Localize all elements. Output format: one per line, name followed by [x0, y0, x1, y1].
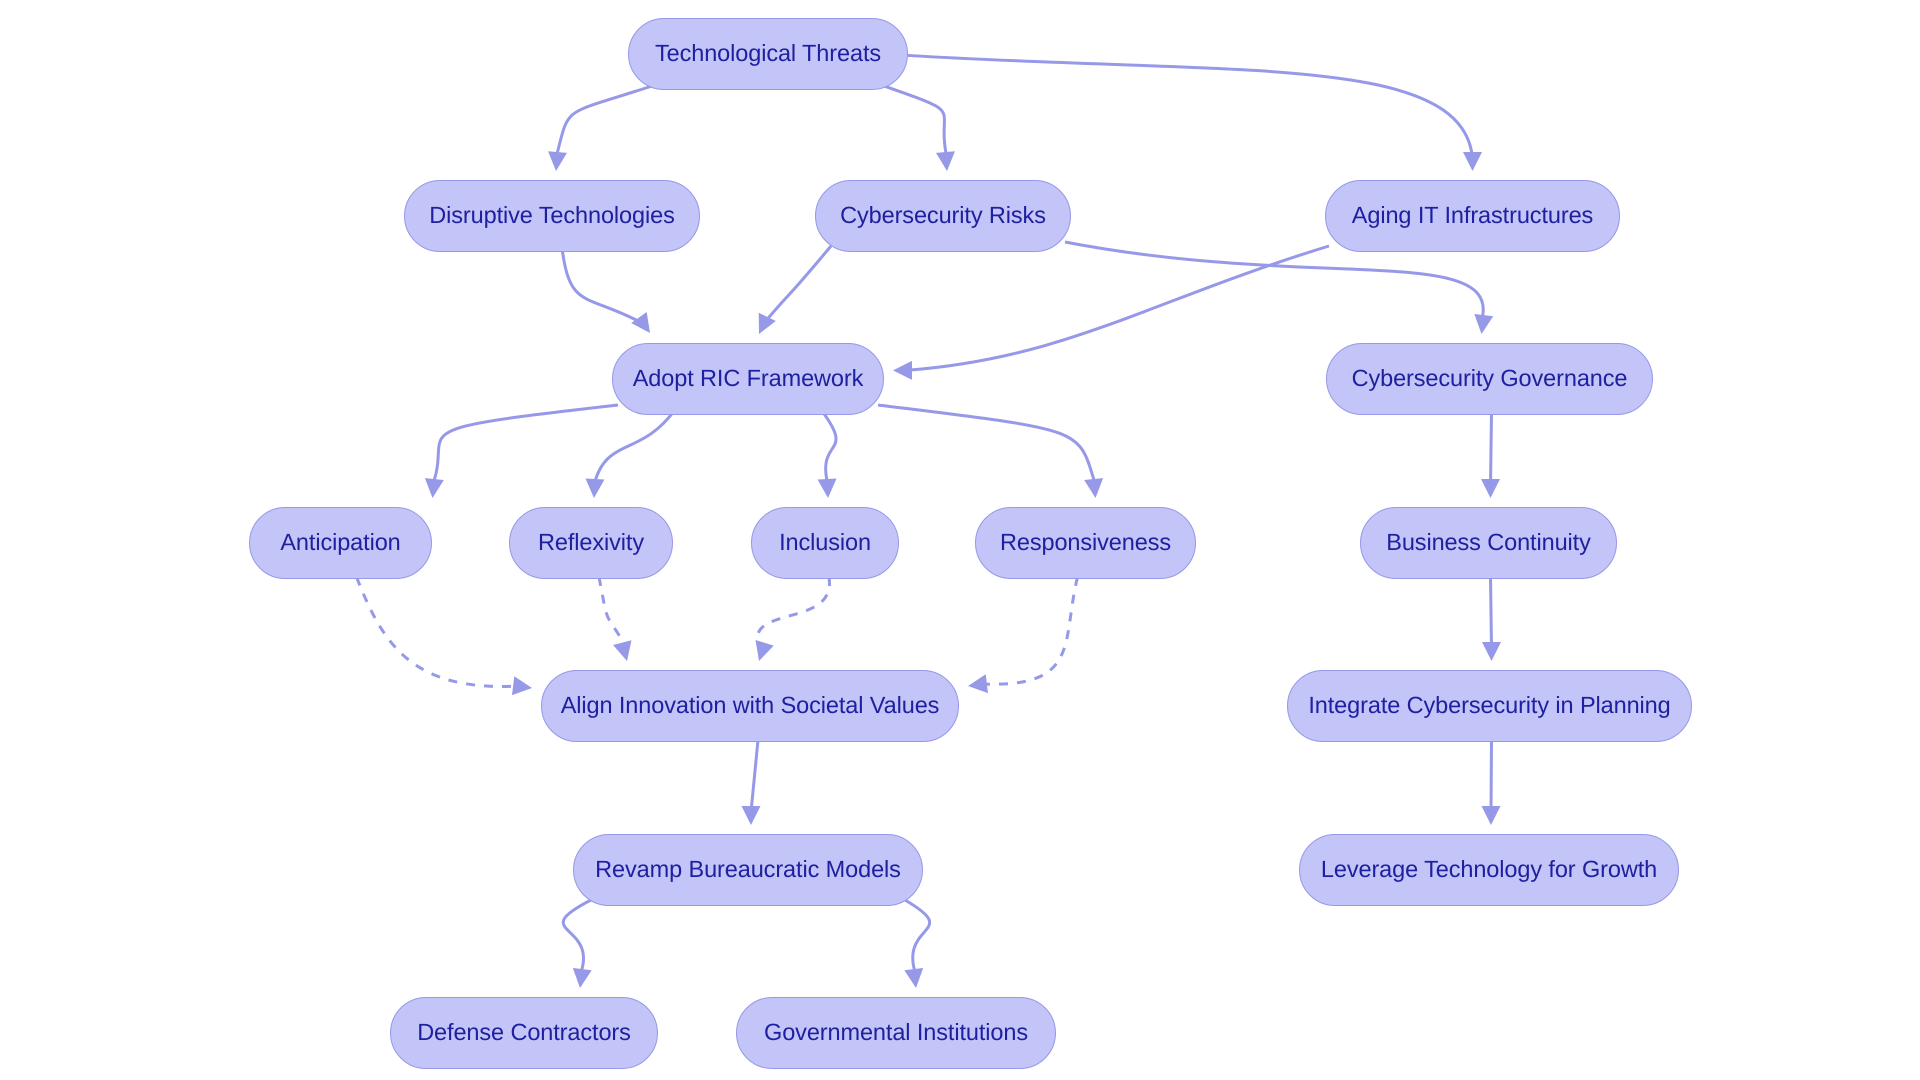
edge-arrowhead: [631, 312, 650, 333]
node-cyber_risks[interactable]: Cybersecurity Risks: [815, 180, 1071, 252]
edge-arrowhead: [1482, 642, 1501, 661]
node-label: Governmental Institutions: [764, 1019, 1028, 1046]
edge-path: [980, 576, 1079, 686]
edge-path: [560, 247, 643, 325]
node-business_cont[interactable]: Business Continuity: [1360, 507, 1617, 579]
edge-path: [1489, 412, 1493, 486]
node-label: Leverage Technology for Growth: [1320, 856, 1658, 883]
node-label: Integrate Cybersecurity in Planning: [1308, 692, 1671, 719]
edge-path: [820, 410, 838, 486]
node-label: Defense Contractors: [417, 1019, 631, 1046]
node-label: Anticipation: [280, 529, 401, 556]
node-label: Inclusion: [779, 529, 871, 556]
edge-path: [561, 898, 592, 976]
edge-path: [592, 410, 676, 486]
node-label: Business Continuity: [1386, 529, 1591, 556]
edge-arrowhead: [1481, 806, 1501, 825]
edge-arrowhead: [585, 478, 605, 498]
node-label: Revamp Bureaucratic Models: [595, 856, 901, 883]
edge-path: [905, 244, 1330, 372]
edge-arrowhead: [613, 640, 632, 661]
edge-path: [597, 576, 629, 649]
edge-arrowhead: [741, 806, 761, 825]
edge-path: [1064, 240, 1485, 322]
node-gov_institutions[interactable]: Governmental Institutions: [736, 997, 1056, 1069]
edge-path: [883, 84, 949, 159]
node-label: Disruptive Technologies: [429, 202, 675, 229]
node-label: Aging IT Infrastructures: [1351, 202, 1594, 229]
node-align_innovation[interactable]: Align Innovation with Societal Values: [541, 670, 959, 742]
edge-path: [749, 739, 760, 813]
node-revamp_bureau[interactable]: Revamp Bureaucratic Models: [573, 834, 923, 906]
node-aging_it[interactable]: Aging IT Infrastructures: [1325, 180, 1620, 252]
edge-path: [755, 576, 831, 649]
edge-arrowhead: [936, 151, 955, 171]
edge-arrowhead: [572, 967, 592, 988]
edge-arrowhead: [1474, 313, 1494, 334]
node-reflexivity[interactable]: Reflexivity: [509, 507, 673, 579]
node-disruptive_tech[interactable]: Disruptive Technologies: [404, 180, 700, 252]
node-inclusion[interactable]: Inclusion: [751, 507, 899, 579]
edge-arrowhead: [758, 312, 776, 334]
node-label: Adopt RIC Framework: [632, 365, 864, 392]
edge-arrowhead: [424, 478, 444, 498]
edge-path: [355, 576, 520, 688]
node-cyber_gov[interactable]: Cybersecurity Governance: [1326, 343, 1653, 415]
node-anticipation[interactable]: Anticipation: [249, 507, 432, 579]
node-tech_threats[interactable]: Technological Threats: [628, 18, 908, 90]
node-defense_contract[interactable]: Defense Contractors: [390, 997, 658, 1069]
edge-path: [877, 403, 1097, 486]
edge-path: [762, 245, 833, 324]
node-adopt_ric[interactable]: Adopt RIC Framework: [612, 343, 884, 415]
edge-arrowhead: [904, 967, 924, 988]
edge-path: [1489, 739, 1493, 813]
edge-arrowhead: [1084, 478, 1104, 498]
node-label: Align Innovation with Societal Values: [560, 692, 940, 719]
flowchart-canvas: Technological Threats Disruptive Technolo…: [0, 0, 1920, 1080]
node-label: Reflexivity: [538, 529, 644, 556]
edge-arrowhead: [548, 151, 567, 171]
node-integrate_cyber[interactable]: Integrate Cybersecurity in Planning: [1287, 670, 1692, 742]
edge-arrowhead: [755, 640, 774, 661]
edge-path: [554, 84, 653, 159]
node-label: Technological Threats: [654, 40, 882, 67]
edge-arrowhead: [817, 478, 837, 498]
edge-arrowhead: [1481, 479, 1500, 498]
edge-path: [907, 53, 1474, 159]
edge-arrowhead: [1463, 152, 1482, 171]
edge-arrowhead: [893, 360, 912, 380]
edge-path: [1489, 576, 1493, 649]
node-label: Cybersecurity Risks: [840, 202, 1046, 229]
edge-arrowhead: [968, 674, 989, 694]
node-leverage_tech[interactable]: Leverage Technology for Growth: [1299, 834, 1679, 906]
edge-path: [431, 403, 619, 486]
node-label: Responsiveness: [999, 529, 1172, 556]
node-label: Cybersecurity Governance: [1351, 365, 1628, 392]
edge-path: [904, 898, 931, 976]
edge-arrowhead: [511, 676, 532, 696]
node-responsiveness[interactable]: Responsiveness: [975, 507, 1196, 579]
